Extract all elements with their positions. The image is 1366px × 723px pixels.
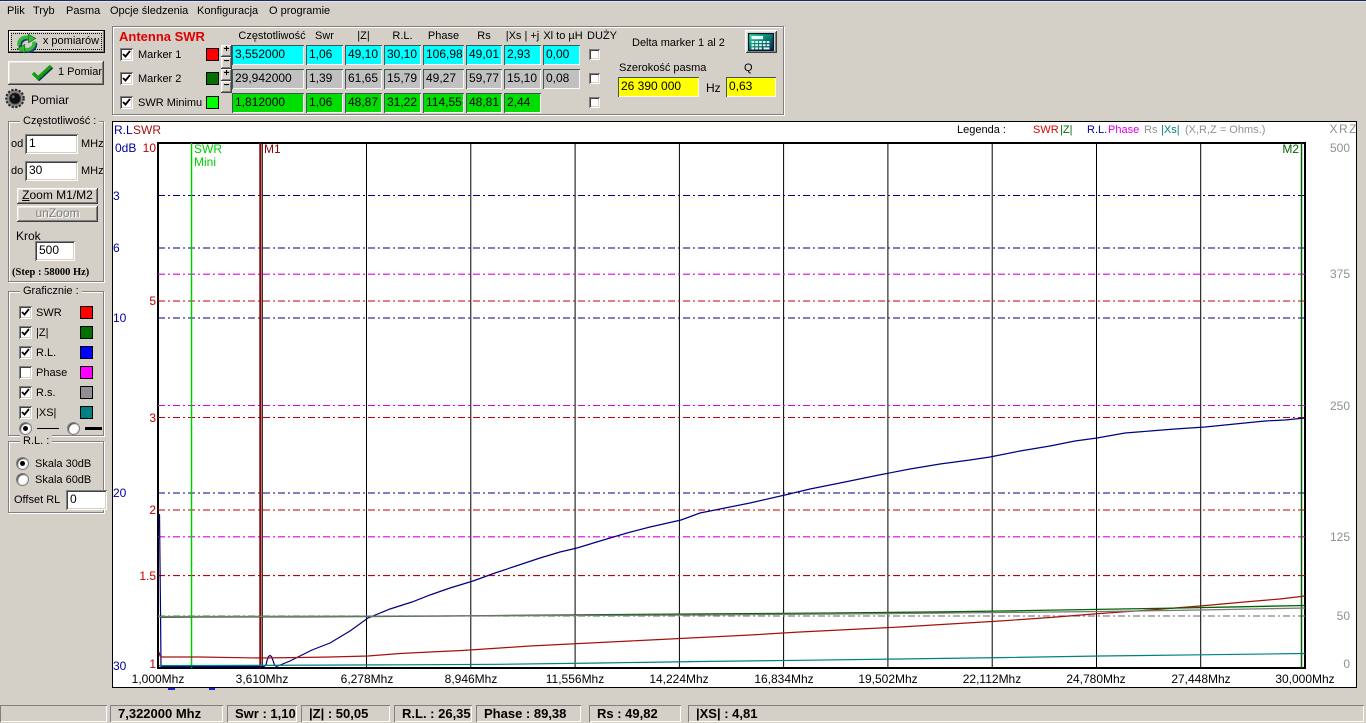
svg-text:1,000Mhz: 1,000Mhz (132, 672, 185, 686)
svg-text:250: 250 (1330, 399, 1350, 413)
svg-text:|Xs|: |Xs| (1161, 124, 1180, 136)
svg-text:11,556Mhz: 11,556Mhz (546, 672, 604, 686)
svg-text:M1: M1 (264, 142, 281, 156)
svg-text:30,000Mhz: 30,000Mhz (1275, 672, 1334, 686)
svg-text:0dB: 0dB (115, 141, 136, 155)
svg-text:6,278Mhz: 6,278Mhz (341, 672, 394, 686)
svg-text:Phase: Phase (1108, 124, 1139, 136)
svg-text:500: 500 (1330, 141, 1350, 155)
svg-text:5: 5 (149, 294, 156, 308)
svg-text:8,946Mhz: 8,946Mhz (445, 672, 498, 686)
svg-text:Legenda :: Legenda : (957, 124, 1006, 136)
svg-text:0: 0 (1343, 657, 1350, 671)
svg-text:1.5: 1.5 (139, 569, 156, 583)
svg-text:R.L.: R.L. (1087, 124, 1107, 136)
svg-text:(X,R,Z = Ohms.): (X,R,Z = Ohms.) (1185, 124, 1265, 136)
svg-text:2: 2 (149, 503, 156, 517)
svg-text:22,112Mhz: 22,112Mhz (963, 672, 1021, 686)
svg-text:Mini: Mini (194, 155, 216, 169)
svg-text:50: 50 (1337, 609, 1351, 623)
svg-text:|Z|: |Z| (1060, 124, 1072, 136)
svg-text:10: 10 (113, 311, 127, 325)
svg-text:3: 3 (113, 189, 120, 203)
svg-text:XRZ: XRZ (1330, 122, 1358, 136)
svg-text:16,834Mhz: 16,834Mhz (754, 672, 813, 686)
svg-text:10: 10 (143, 141, 157, 155)
svg-text:M2: M2 (1282, 142, 1299, 156)
svg-text:375: 375 (1330, 267, 1350, 281)
svg-text:19,502Mhz: 19,502Mhz (858, 672, 917, 686)
svg-text:14,224Mhz: 14,224Mhz (649, 672, 708, 686)
svg-text:R.L: R.L (114, 123, 133, 137)
svg-text:SWR: SWR (133, 123, 161, 137)
svg-text:3,610Mhz: 3,610Mhz (236, 672, 289, 686)
svg-text:27,448Mhz: 27,448Mhz (1171, 672, 1230, 686)
svg-text:1: 1 (149, 657, 156, 671)
svg-text:3: 3 (149, 411, 156, 425)
svg-text:Rs: Rs (1144, 124, 1158, 136)
svg-text:SWR: SWR (194, 142, 222, 156)
svg-text:24,780Mhz: 24,780Mhz (1066, 672, 1125, 686)
svg-text:30: 30 (113, 659, 127, 673)
svg-text:6: 6 (113, 241, 120, 255)
svg-text:20: 20 (113, 486, 127, 500)
svg-text:125: 125 (1330, 530, 1350, 544)
svg-text:SWR: SWR (1033, 124, 1059, 136)
